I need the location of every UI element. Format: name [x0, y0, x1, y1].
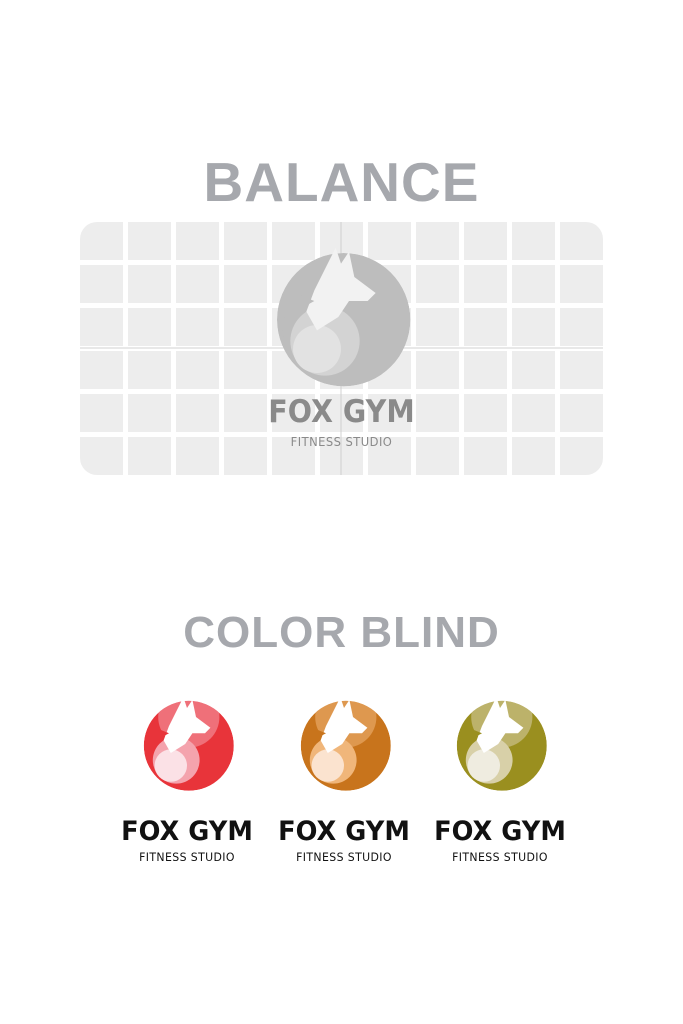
logo-variant-olive: FOX GYM FITNESS STUDIO	[422, 690, 578, 870]
logo-variant-red: FOX GYM FITNESS STUDIO	[109, 690, 265, 870]
variant-brand-name: FOX GYM	[121, 816, 253, 847]
fox-logo-icon	[456, 697, 547, 791]
balance-fox-logo	[277, 247, 411, 387]
balance-grid-panel: FOX GYM FITNESS STUDIO	[80, 222, 603, 475]
balance-brand-tagline: FITNESS STUDIO	[290, 434, 393, 449]
variant-brand-tagline: FITNESS STUDIO	[452, 850, 548, 864]
variant-brand-name: FOX GYM	[434, 816, 566, 847]
fox-logo-icon	[143, 697, 234, 791]
logo-variant-orange: FOX GYM FITNESS STUDIO	[266, 690, 422, 870]
balance-brand-name: FOX GYM	[268, 394, 415, 430]
fox-logo-icon	[300, 697, 391, 791]
variant-brand-name: FOX GYM	[278, 816, 410, 847]
variant-brand-tagline: FITNESS STUDIO	[296, 850, 392, 864]
balance-title: BALANCE	[203, 151, 480, 213]
color-blind-title: COLOR BLIND	[183, 608, 500, 657]
variant-brand-tagline: FITNESS STUDIO	[139, 850, 235, 864]
